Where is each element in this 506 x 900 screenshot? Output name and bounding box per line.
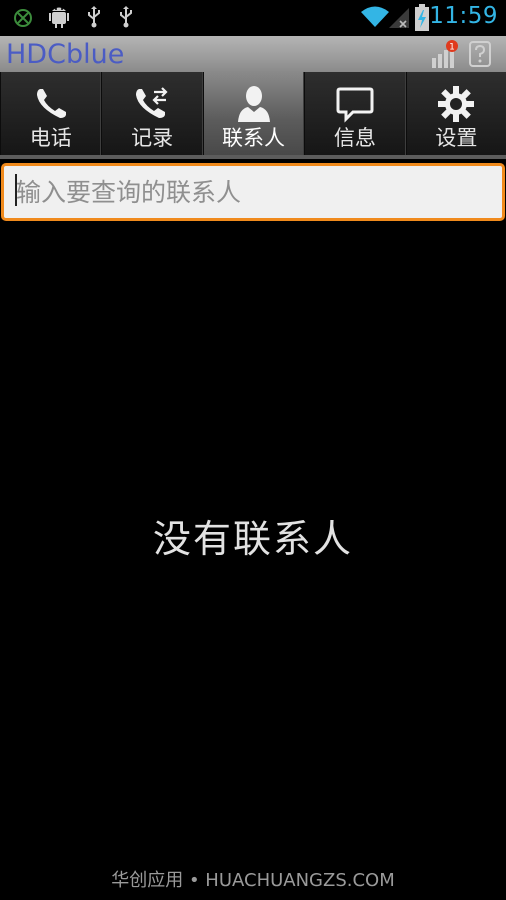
tab-label: 设置	[435, 126, 478, 150]
xbox-icon	[14, 9, 32, 27]
tab-label: 联系人	[222, 126, 286, 150]
app-screen: 11:59 HDCblue 1 电话 记录 联系人 信息 设置 输入要查询的联系…	[0, 0, 506, 900]
app-title: HDCblue	[6, 39, 125, 70]
tab-label: 记录	[131, 126, 174, 150]
text-cursor	[15, 174, 17, 206]
wifi-icon	[361, 6, 389, 27]
call-log-icon	[136, 87, 168, 118]
usb-icon	[88, 6, 100, 28]
message-icon	[336, 87, 374, 123]
empty-state-text: 没有联系人	[152, 517, 353, 561]
battery-charging-icon	[415, 4, 429, 31]
usb-icon	[120, 6, 132, 28]
tab-contacts[interactable]: 联系人	[202, 72, 305, 158]
tab-call-log[interactable]: 记录	[101, 72, 203, 158]
android-debug-icon	[49, 7, 69, 28]
gear-icon	[438, 86, 475, 122]
signal-stats-icon[interactable]: 1	[430, 40, 460, 70]
tab-label: 信息	[333, 126, 376, 150]
help-icon[interactable]	[468, 40, 492, 68]
no-signal-icon	[389, 8, 409, 28]
notification-badge: 1	[449, 43, 455, 53]
search-bar	[0, 161, 506, 223]
tab-settings[interactable]: 设置	[405, 72, 506, 158]
title-bar: HDCblue 1	[0, 36, 506, 72]
phone-icon	[36, 89, 66, 118]
tab-label: 电话	[29, 126, 72, 150]
tab-phone[interactable]: 电话	[0, 72, 102, 158]
tab-bar: 电话 记录 联系人 信息 设置	[0, 72, 506, 158]
footer-watermark: 华创应用 • HUACHUANGZS.COM	[111, 870, 395, 891]
tab-divider	[0, 155, 506, 159]
contact-icon	[237, 86, 270, 122]
contact-search-input[interactable]	[1, 163, 505, 221]
tab-messages[interactable]: 信息	[304, 72, 406, 158]
status-time: 11:59	[429, 3, 498, 29]
status-bar: 11:59	[0, 0, 506, 36]
